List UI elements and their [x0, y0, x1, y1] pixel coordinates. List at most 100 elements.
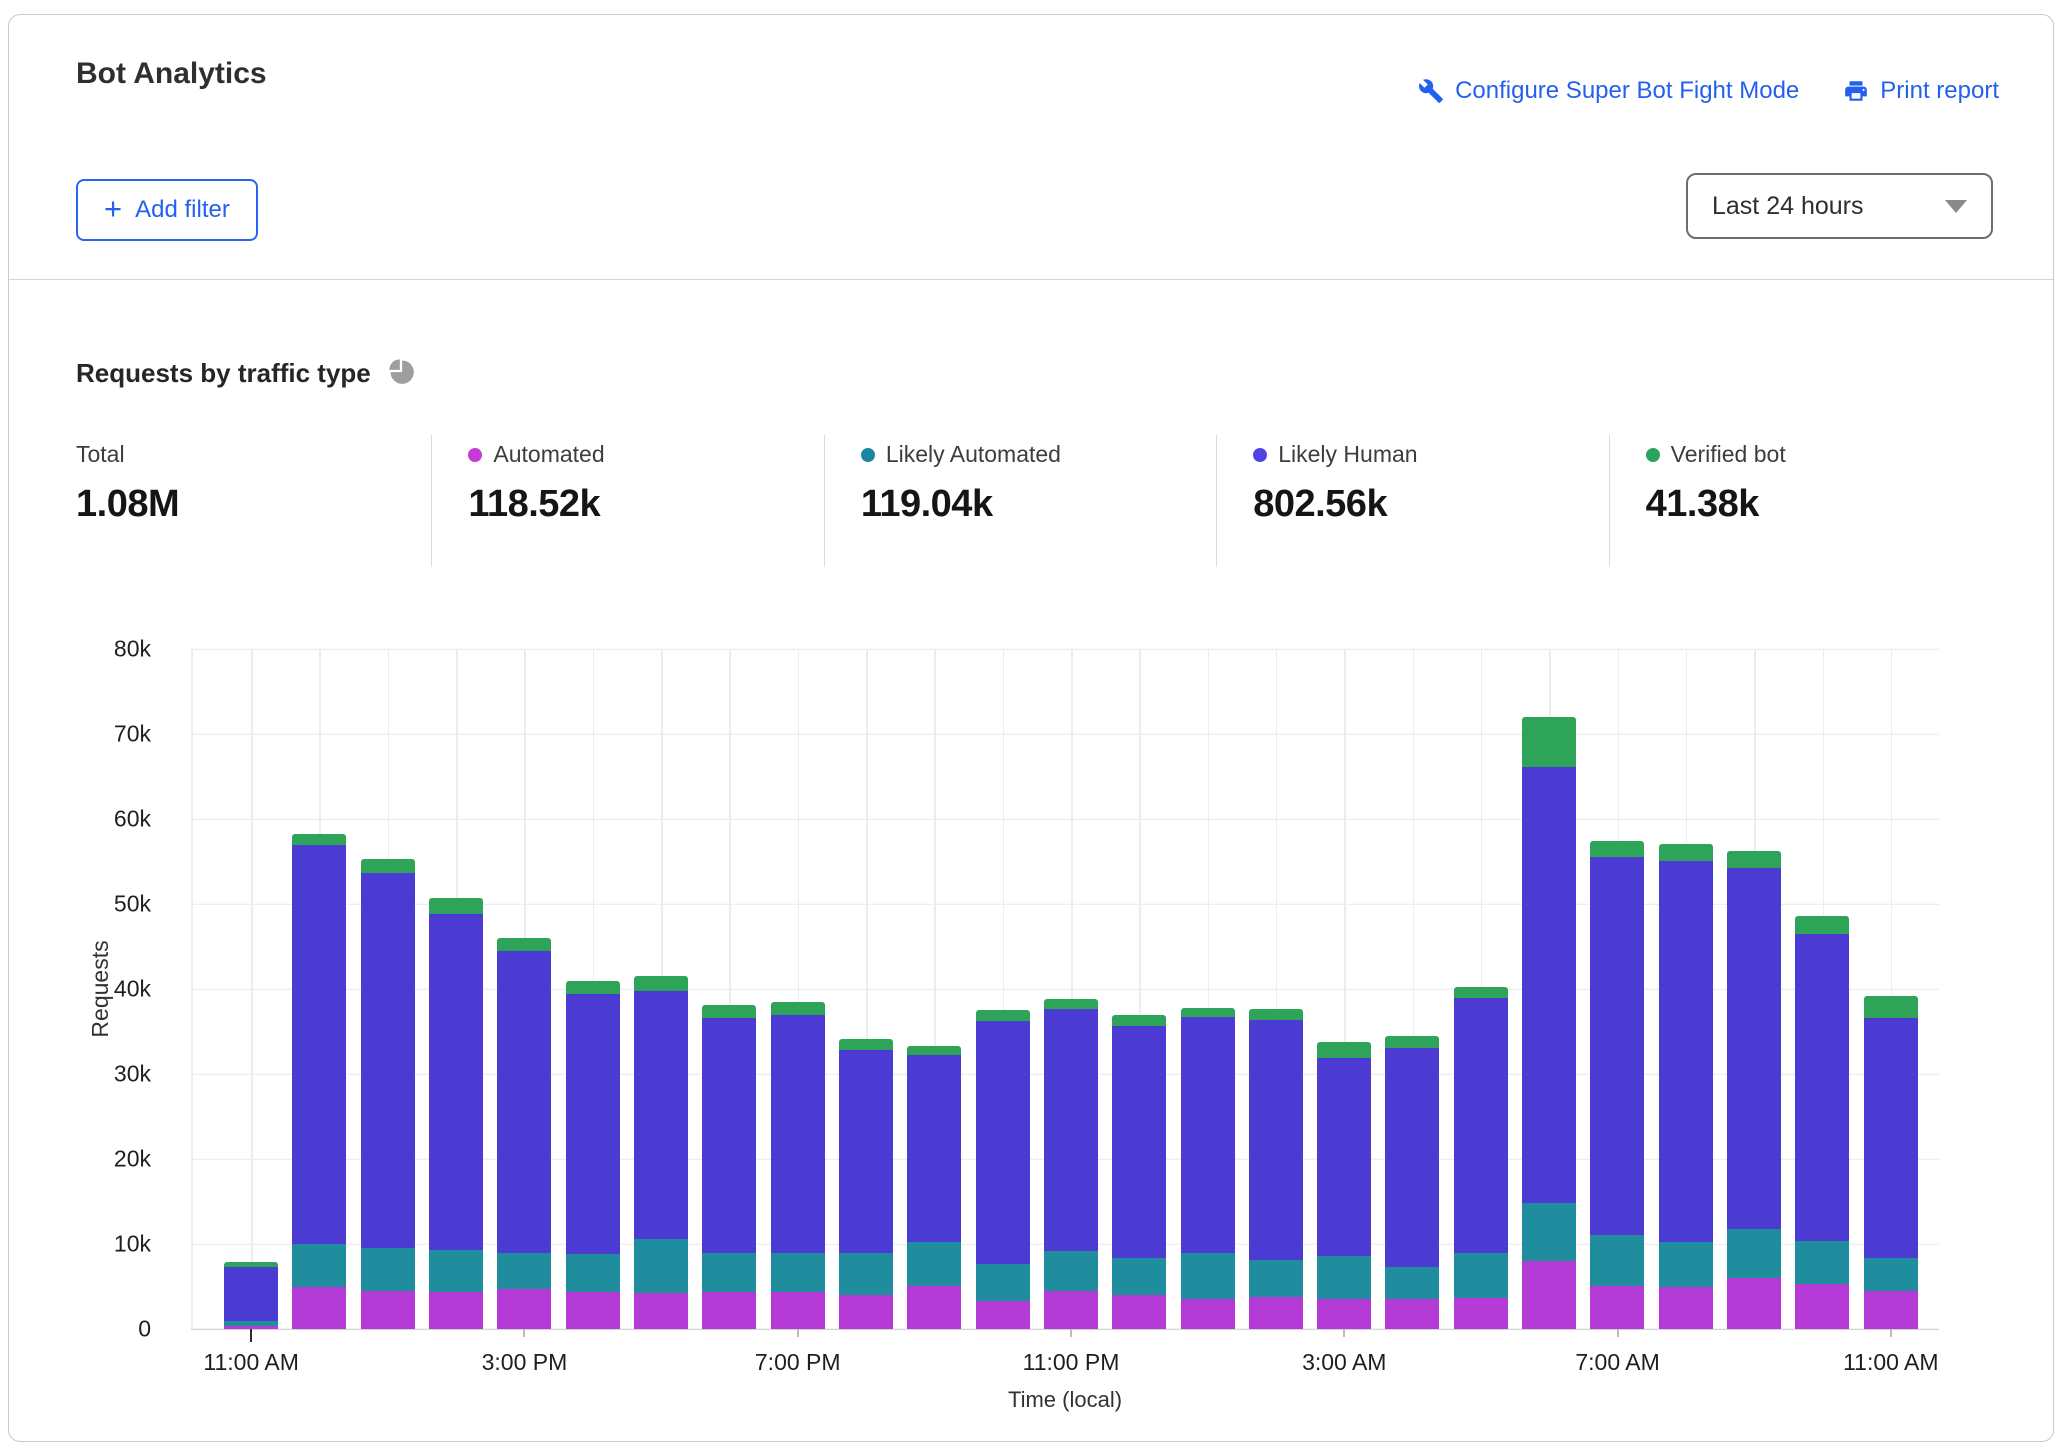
segment-verified-bot	[1453, 987, 1508, 999]
configure-super-bot-fight-mode-link[interactable]: Configure Super Bot Fight Mode	[1418, 77, 1799, 105]
segment-likely-automated	[1453, 1252, 1508, 1299]
stat-likely-human-value: 802.56k	[1253, 483, 1388, 525]
likely-automated-dot	[860, 447, 875, 462]
header-divider	[9, 279, 2053, 280]
stat-automated-label: Automated	[493, 441, 605, 467]
stacked-bar-5:00 PM[interactable]	[634, 976, 688, 1329]
stat-total-value: 1.08M	[76, 483, 180, 525]
bar-slot	[422, 649, 490, 1329]
stacked-bar-4:00 PM[interactable]	[565, 981, 620, 1329]
bar-slot	[832, 649, 900, 1329]
stacked-bar-11:00 AM[interactable]	[1863, 995, 1918, 1329]
stacked-bar-12:00 PM[interactable]	[292, 834, 347, 1329]
segment-verified-bot	[907, 1045, 962, 1056]
stacked-bar-2:00 AM[interactable]	[1248, 1009, 1303, 1329]
segment-verified-bot	[565, 981, 620, 995]
segment-automated	[975, 1300, 1030, 1329]
x-tick-mark	[250, 1329, 253, 1342]
segment-likely-automated	[429, 1249, 484, 1292]
page-title: Bot Analytics	[76, 57, 267, 90]
stacked-bar-12:00 AM[interactable]	[1112, 1015, 1167, 1329]
x-tick-label: 7:00 PM	[754, 1349, 841, 1375]
screen: Bot Analytics Configure Super Bot Fight …	[0, 0, 2062, 1450]
stat-likely-human: Likely Human 802.56k	[1216, 435, 1608, 567]
segment-automated	[565, 1291, 620, 1329]
plot-area: Requests Time (local) 0 10k 20k 30k 40k 50k 60…	[87, 636, 1939, 1412]
stacked-bar-7:00 AM[interactable]	[1590, 841, 1645, 1329]
stacked-bar-7:00 PM[interactable]	[770, 1001, 825, 1329]
stacked-bar-10:00 PM[interactable]	[975, 1010, 1030, 1329]
stacked-bar-8:00 AM[interactable]	[1658, 843, 1713, 1329]
stacked-bar-1:00 PM[interactable]	[360, 858, 415, 1329]
bar-slot	[1105, 649, 1173, 1329]
bar-slot	[1378, 649, 1446, 1329]
segment-likely-human	[975, 1021, 1030, 1265]
bar-slot	[764, 649, 832, 1329]
segment-likely-human	[292, 845, 347, 1244]
segment-verified-bot	[1112, 1015, 1167, 1027]
segment-likely-automated	[1727, 1228, 1781, 1278]
segment-likely-automated	[634, 1238, 688, 1294]
stacked-bar-9:00 PM[interactable]	[907, 1045, 962, 1329]
segment-verified-bot	[1522, 717, 1577, 768]
stacked-bar-5:00 AM[interactable]	[1453, 987, 1508, 1329]
bar-slot	[1788, 649, 1856, 1329]
add-filter-button[interactable]: + Add filter	[76, 179, 258, 241]
section-title-row: Requests by traffic type	[76, 357, 415, 390]
add-filter-label: Add filter	[135, 196, 230, 223]
bar-slot	[1857, 649, 1925, 1329]
stacked-bar-8:00 PM[interactable]	[838, 1039, 893, 1329]
section-title: Requests by traffic type	[76, 358, 371, 388]
stacked-bar-3:00 PM[interactable]	[497, 938, 552, 1329]
stacked-bar-4:00 AM[interactable]	[1385, 1035, 1440, 1329]
bar-slot	[1583, 649, 1651, 1329]
y-tick-label: 80k	[113, 635, 151, 662]
printer-icon	[1843, 78, 1869, 104]
bar-slot	[1720, 649, 1788, 1329]
stacked-bar-1:00 AM[interactable]	[1180, 1007, 1235, 1329]
x-tick-mark	[523, 1329, 526, 1337]
segment-likely-human	[1112, 1026, 1167, 1258]
stats-row: Total 1.08M Automated 118.52k Likely Aut…	[76, 435, 2001, 567]
segment-automated	[292, 1287, 347, 1329]
segment-verified-bot	[634, 976, 688, 991]
bar-slot	[285, 649, 353, 1329]
stacked-bar-6:00 PM[interactable]	[702, 1005, 757, 1329]
stacked-bar-6:00 AM[interactable]	[1522, 717, 1577, 1329]
print-report-link[interactable]: Print report	[1843, 77, 1999, 105]
stat-total-label: Total	[76, 441, 125, 467]
stacked-bar-11:00 PM[interactable]	[1043, 999, 1098, 1329]
stacked-bar-9:00 AM[interactable]	[1727, 851, 1781, 1329]
segment-verified-bot	[1180, 1007, 1235, 1018]
segment-likely-human	[1385, 1047, 1440, 1267]
segment-likely-automated	[497, 1252, 552, 1290]
stacked-bar-11:00 AM[interactable]	[224, 1261, 279, 1329]
segment-verified-bot	[1863, 995, 1918, 1018]
segment-likely-human	[634, 990, 688, 1239]
segment-verified-bot	[292, 834, 347, 846]
time-range-select[interactable]: Last 24 hours	[1686, 173, 1993, 239]
segment-automated	[1180, 1299, 1235, 1329]
segment-likely-human	[1727, 868, 1781, 1229]
segment-automated	[1043, 1290, 1098, 1329]
y-tick-label: 0	[138, 1315, 151, 1342]
y-tick-label: 60k	[113, 805, 151, 832]
stacked-bar-2:00 PM[interactable]	[429, 898, 484, 1329]
segment-automated	[1317, 1299, 1372, 1329]
segment-likely-human	[497, 950, 552, 1253]
stacked-bar-10:00 AM[interactable]	[1795, 915, 1850, 1329]
segment-likely-human	[838, 1050, 893, 1253]
segment-verified-bot	[1043, 999, 1098, 1010]
segment-verified-bot	[702, 1005, 757, 1018]
segment-likely-automated	[907, 1242, 962, 1286]
segment-verified-bot	[975, 1010, 1030, 1022]
segment-likely-automated	[1522, 1203, 1577, 1261]
segment-automated	[1795, 1283, 1850, 1329]
segment-likely-automated	[1863, 1257, 1918, 1291]
bar-slot	[1310, 649, 1378, 1329]
segment-likely-automated	[1385, 1266, 1440, 1300]
bar-slot	[1515, 649, 1583, 1329]
stacked-bar-3:00 AM[interactable]	[1317, 1041, 1372, 1329]
segment-likely-human	[1248, 1019, 1303, 1261]
segment-verified-bot	[1385, 1035, 1440, 1048]
